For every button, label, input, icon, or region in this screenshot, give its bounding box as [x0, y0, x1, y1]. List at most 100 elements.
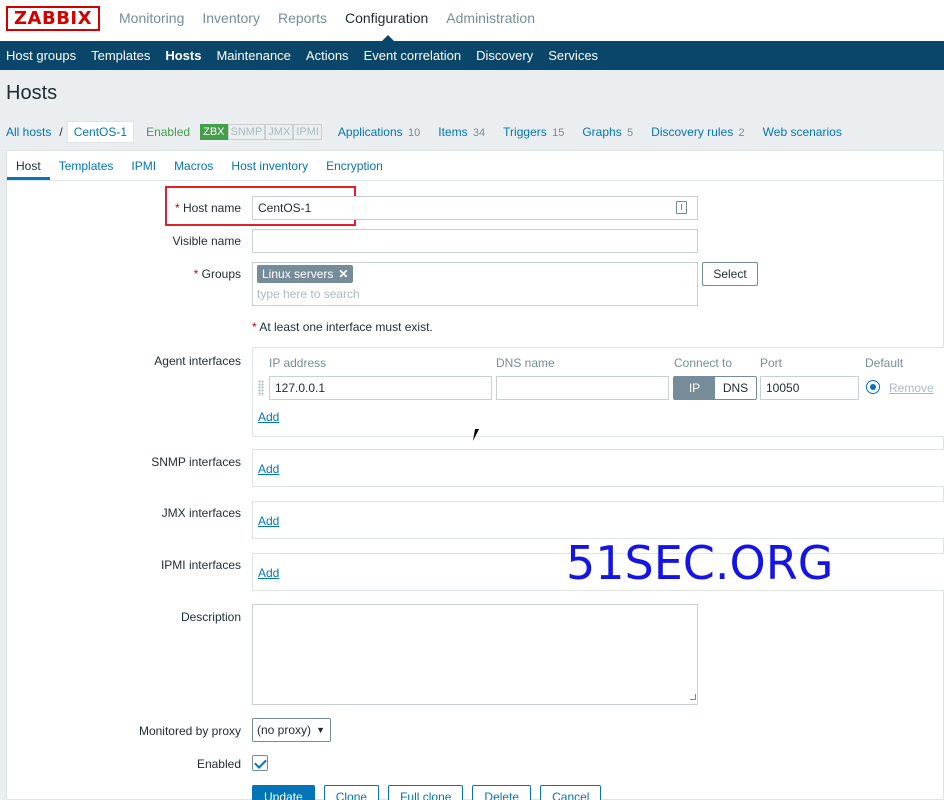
host-name-label: * Host name: [174, 201, 241, 215]
snmp-badge: SNMP: [227, 124, 266, 140]
resize-handle-icon[interactable]: [690, 694, 696, 700]
remove-interface-link[interactable]: Remove: [889, 381, 934, 395]
subnav-hosts[interactable]: Hosts: [165, 41, 201, 70]
visible-name-label: Visible name: [172, 234, 241, 248]
applications-link[interactable]: Applications: [338, 125, 403, 139]
tab-encryption[interactable]: Encryption: [317, 151, 392, 180]
ipmi-badge: IPMI: [293, 124, 322, 140]
subnav-discovery[interactable]: Discovery: [476, 41, 533, 70]
add-ipmi-interface-link[interactable]: Add: [258, 566, 279, 580]
subnav-services[interactable]: Services: [548, 41, 598, 70]
host-status[interactable]: Enabled: [146, 125, 190, 139]
breadcrumb-all-hosts[interactable]: All hosts: [6, 125, 51, 139]
cancel-button[interactable]: Cancel: [540, 785, 602, 800]
proxy-select[interactable]: (no proxy) ▼: [252, 718, 331, 742]
jmx-badge: JMX: [265, 124, 294, 140]
breadcrumb-triggers[interactable]: Triggers 15: [503, 125, 564, 139]
breadcrumb-applications[interactable]: Applications 10: [338, 125, 420, 139]
note-icon[interactable]: [676, 201, 687, 214]
host-form-panel: Host Templates IPMI Macros Host inventor…: [6, 150, 944, 800]
connect-dns-option[interactable]: DNS: [715, 377, 756, 399]
groups-search-placeholder[interactable]: type here to search: [257, 287, 360, 301]
subnav-maintenance[interactable]: Maintenance: [216, 41, 290, 70]
host-name-label-text: Host name: [182, 201, 241, 215]
subnav-actions[interactable]: Actions: [306, 41, 349, 70]
connect-ip-option[interactable]: IP: [674, 377, 715, 399]
subnav-host-groups[interactable]: Host groups: [6, 41, 76, 70]
breadcrumb-separator: /: [59, 125, 63, 139]
enabled-label: Enabled: [196, 757, 241, 771]
graphs-link[interactable]: Graphs: [582, 125, 621, 139]
snmp-interfaces-box: [252, 449, 944, 487]
top-header: ZABBIX Monitoring Inventory Reports Conf…: [0, 0, 944, 41]
col-dns-name: DNS name: [496, 356, 555, 370]
tab-macros[interactable]: Macros: [165, 151, 222, 180]
triggers-link[interactable]: Triggers: [503, 125, 547, 139]
zbx-badge: ZBX: [200, 124, 228, 140]
agent-interfaces-label: Agent interfaces: [154, 354, 241, 368]
enabled-checkbox[interactable]: [252, 755, 268, 771]
add-snmp-interface-link[interactable]: Add: [258, 462, 279, 476]
availability-badges: ZBX SNMP JMX IPMI: [200, 124, 322, 140]
visible-name-input[interactable]: [252, 229, 698, 253]
col-connect-to: Connect to: [674, 356, 733, 370]
dns-name-input[interactable]: [496, 376, 669, 400]
web-scenarios-link[interactable]: Web scenarios: [763, 125, 842, 139]
subnav-event-correlation[interactable]: Event correlation: [364, 41, 462, 70]
snmp-interfaces-label: SNMP interfaces: [151, 455, 241, 469]
description-label: Description: [180, 610, 241, 624]
applications-count: 10: [407, 127, 421, 139]
remove-chip-icon[interactable]: ✕: [338, 267, 348, 281]
nav-reports[interactable]: Reports: [278, 0, 327, 41]
nav-monitoring[interactable]: Monitoring: [119, 0, 184, 41]
add-jmx-interface-link[interactable]: Add: [258, 514, 279, 528]
col-port: Port: [760, 356, 783, 370]
form-buttons: Update Clone Full clone Delete Cancel: [252, 785, 610, 800]
add-agent-interface-link[interactable]: Add: [258, 410, 279, 424]
delete-button[interactable]: Delete: [472, 785, 532, 800]
zabbix-logo[interactable]: ZABBIX: [6, 6, 100, 31]
full-clone-button[interactable]: Full clone: [388, 785, 464, 800]
default-interface-radio[interactable]: [866, 380, 880, 394]
group-chip[interactable]: Linux servers ✕: [257, 265, 354, 283]
items-link[interactable]: Items: [438, 125, 467, 139]
tab-templates[interactable]: Templates: [50, 151, 123, 180]
clone-button[interactable]: Clone: [323, 785, 380, 800]
watermark: 51SEC.ORG: [566, 536, 834, 590]
tab-host[interactable]: Host: [7, 151, 50, 180]
connect-to-toggle[interactable]: IP DNS: [673, 376, 757, 400]
jmx-interfaces-label: JMX interfaces: [161, 506, 241, 520]
discovery-rules-count: 2: [738, 127, 745, 139]
select-groups-button[interactable]: Select: [702, 262, 758, 286]
triggers-count: 15: [552, 127, 565, 139]
host-name-input[interactable]: CentOS-1: [252, 196, 698, 220]
nav-inventory[interactable]: Inventory: [202, 0, 260, 41]
groups-label-text: Groups: [201, 267, 241, 281]
breadcrumb: All hosts / CentOS-1 Enabled ZBX SNMP JM…: [6, 120, 850, 144]
drag-handle-icon[interactable]: [258, 380, 264, 396]
proxy-select-value: (no proxy): [257, 723, 312, 737]
form-tabs: Host Templates IPMI Macros Host inventor…: [7, 151, 944, 181]
interface-note-text: At least one interface must exist.: [259, 320, 433, 334]
description-textarea[interactable]: [252, 604, 698, 705]
breadcrumb-discovery-rules[interactable]: Discovery rules 2: [651, 125, 745, 139]
breadcrumb-graphs[interactable]: Graphs 5: [582, 125, 633, 139]
tab-ipmi[interactable]: IPMI: [122, 151, 165, 180]
discovery-rules-link[interactable]: Discovery rules: [651, 125, 733, 139]
breadcrumb-items[interactable]: Items 34: [438, 125, 485, 139]
ipmi-interfaces-label: IPMI interfaces: [160, 558, 241, 572]
col-ip-address: IP address: [269, 356, 327, 370]
graphs-count: 5: [627, 127, 634, 139]
tab-host-inventory[interactable]: Host inventory: [222, 151, 317, 180]
breadcrumb-current-host[interactable]: CentOS-1: [66, 121, 135, 143]
groups-label: * Groups: [193, 267, 241, 281]
main-nav: Monitoring Inventory Reports Configurati…: [110, 0, 544, 41]
update-button[interactable]: Update: [252, 785, 315, 800]
group-chip-label: Linux servers: [262, 267, 334, 281]
chevron-down-icon: ▼: [316, 725, 325, 735]
nav-administration[interactable]: Administration: [446, 0, 535, 41]
subnav-templates[interactable]: Templates: [91, 41, 150, 70]
port-input[interactable]: 10050: [760, 376, 859, 400]
jmx-interfaces-box: [252, 501, 944, 539]
ip-address-input[interactable]: 127.0.0.1: [269, 376, 492, 400]
